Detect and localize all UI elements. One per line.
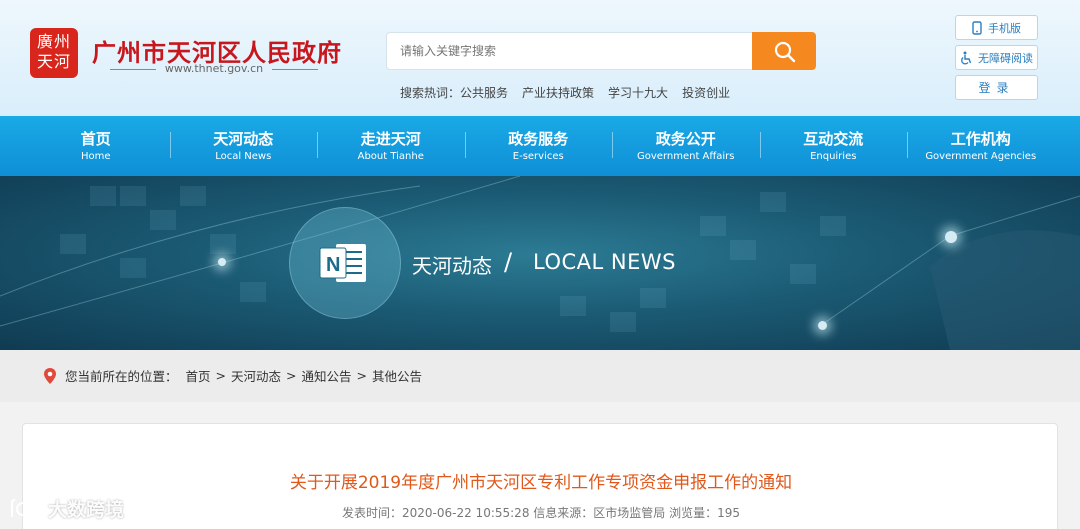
nav-label-cn: 政务服务 bbox=[508, 130, 569, 148]
nav-label-cn: 首页 bbox=[80, 130, 111, 148]
banner-slash: / bbox=[504, 248, 513, 276]
notebook-icon: N bbox=[319, 244, 366, 282]
breadcrumb-separator: > bbox=[215, 368, 227, 383]
banner-title-en: LOCAL NEWS bbox=[533, 250, 676, 274]
breadcrumb-label: 您当前所在的位置： bbox=[65, 369, 178, 384]
article-panel: 关于开展2019年度广州市天河区专利工作专项资金申报工作的通知 发表时间：202… bbox=[22, 423, 1058, 529]
breadcrumb-item-other-notices[interactable]: 其他公告 bbox=[372, 366, 422, 385]
nav-label-en: Home bbox=[80, 151, 111, 162]
nav-item-government-affairs[interactable]: 政务公开 Government Affairs bbox=[612, 116, 760, 176]
banner-title-cn: 天河动态 bbox=[412, 254, 492, 278]
phone-icon bbox=[972, 20, 982, 35]
nav-label-cn: 工作机构 bbox=[950, 130, 1011, 148]
site-logo[interactable]: 廣州天河 bbox=[30, 28, 78, 78]
nav-item-about[interactable]: 走进天河 About Tianhe bbox=[317, 116, 465, 176]
site-header: 廣州天河 广州市天河区人民政府 www.thnet.gov.cn 搜索热词：公共… bbox=[0, 0, 1080, 116]
main-nav: 首页 Home 天河动态 Local News 走进天河 About Tianh… bbox=[0, 116, 1080, 176]
nav-item-e-services[interactable]: 政务服务 E-services bbox=[464, 116, 613, 176]
site-url: www.thnet.gov.cn bbox=[110, 62, 318, 75]
watermark-logo-icon bbox=[11, 498, 42, 517]
breadcrumb-separator: > bbox=[356, 368, 368, 383]
breadcrumb-item-local-news[interactable]: 天河动态 bbox=[231, 366, 281, 385]
banner-light-dot bbox=[818, 321, 827, 330]
hot-search-label: 搜索热词：公共服务 bbox=[400, 86, 509, 100]
nav-item-local-news[interactable]: 天河动态 Local News bbox=[169, 116, 318, 176]
watermark-text: 大数跨境 bbox=[48, 499, 125, 521]
nav-label-en: About Tianhe bbox=[357, 151, 424, 162]
login-label: 登录 bbox=[978, 81, 1015, 95]
article-meta: 发表时间：2020-06-22 10:55:28 信息来源：区市场监管局 浏览量… bbox=[342, 506, 740, 520]
mobile-version-label: 手机版 bbox=[988, 21, 1021, 35]
nav-label-cn: 走进天河 bbox=[360, 130, 421, 148]
search-icon bbox=[774, 41, 796, 63]
search-input[interactable] bbox=[386, 32, 754, 70]
wheelchair-icon bbox=[961, 51, 972, 64]
accessibility-label: 无障碍阅读 bbox=[978, 51, 1033, 65]
banner-light-dot bbox=[945, 231, 957, 243]
breadcrumb-separator: > bbox=[286, 368, 297, 383]
hot-word[interactable]: 产业扶持政策 bbox=[522, 84, 594, 101]
watermark: 大数跨境 bbox=[8, 495, 124, 522]
breadcrumb-bar: 您当前所在的位置： 首页 > 天河动态 > 通知公告 > 其他公告 bbox=[0, 350, 1080, 402]
nav-label-en: Local News bbox=[215, 151, 272, 162]
hot-search-words: 搜索热词：公共服务 产业扶持政策 学习十九大 投资创业 bbox=[400, 84, 730, 101]
breadcrumb: 您当前所在的位置： 首页 > 天河动态 > 通知公告 > 其他公告 bbox=[43, 366, 422, 385]
nav-label-en: Enquiries bbox=[810, 151, 857, 162]
nav-label-en: Government Affairs bbox=[637, 151, 735, 162]
search-button[interactable] bbox=[752, 32, 816, 70]
login-button[interactable]: 登录 bbox=[955, 75, 1038, 100]
mobile-version-button[interactable]: 手机版 bbox=[955, 15, 1038, 40]
nav-label-en: E-services bbox=[512, 151, 564, 162]
breadcrumb-item-notices[interactable]: 通知公告 bbox=[302, 366, 352, 385]
svg-text:N: N bbox=[326, 254, 340, 276]
nav-label-en: Government Agencies bbox=[925, 151, 1037, 162]
banner-light-dot bbox=[218, 258, 226, 266]
nav-item-agencies[interactable]: 工作机构 Government Agencies bbox=[907, 116, 1055, 176]
nav-item-home[interactable]: 首页 Home bbox=[22, 116, 170, 176]
accessibility-button[interactable]: 无障碍阅读 bbox=[955, 45, 1038, 70]
nav-label-cn: 互动交流 bbox=[803, 130, 864, 148]
breadcrumb-item-home[interactable]: 首页 bbox=[186, 366, 211, 385]
article-title: 关于开展2019年度广州市天河区专利工作专项资金申报工作的通知 bbox=[289, 473, 793, 493]
hot-word[interactable]: 投资创业 bbox=[682, 84, 730, 101]
section-banner: N 天河动态 / LOCAL NEWS bbox=[0, 176, 1080, 350]
nav-label-cn: 天河动态 bbox=[213, 130, 274, 148]
location-pin-icon bbox=[44, 367, 56, 384]
hot-word[interactable]: 公共服务 bbox=[460, 86, 508, 100]
nav-label-cn: 政务公开 bbox=[655, 130, 716, 148]
hot-word[interactable]: 学习十九大 bbox=[608, 84, 668, 101]
nav-item-enquiries[interactable]: 互动交流 Enquiries bbox=[759, 116, 908, 176]
